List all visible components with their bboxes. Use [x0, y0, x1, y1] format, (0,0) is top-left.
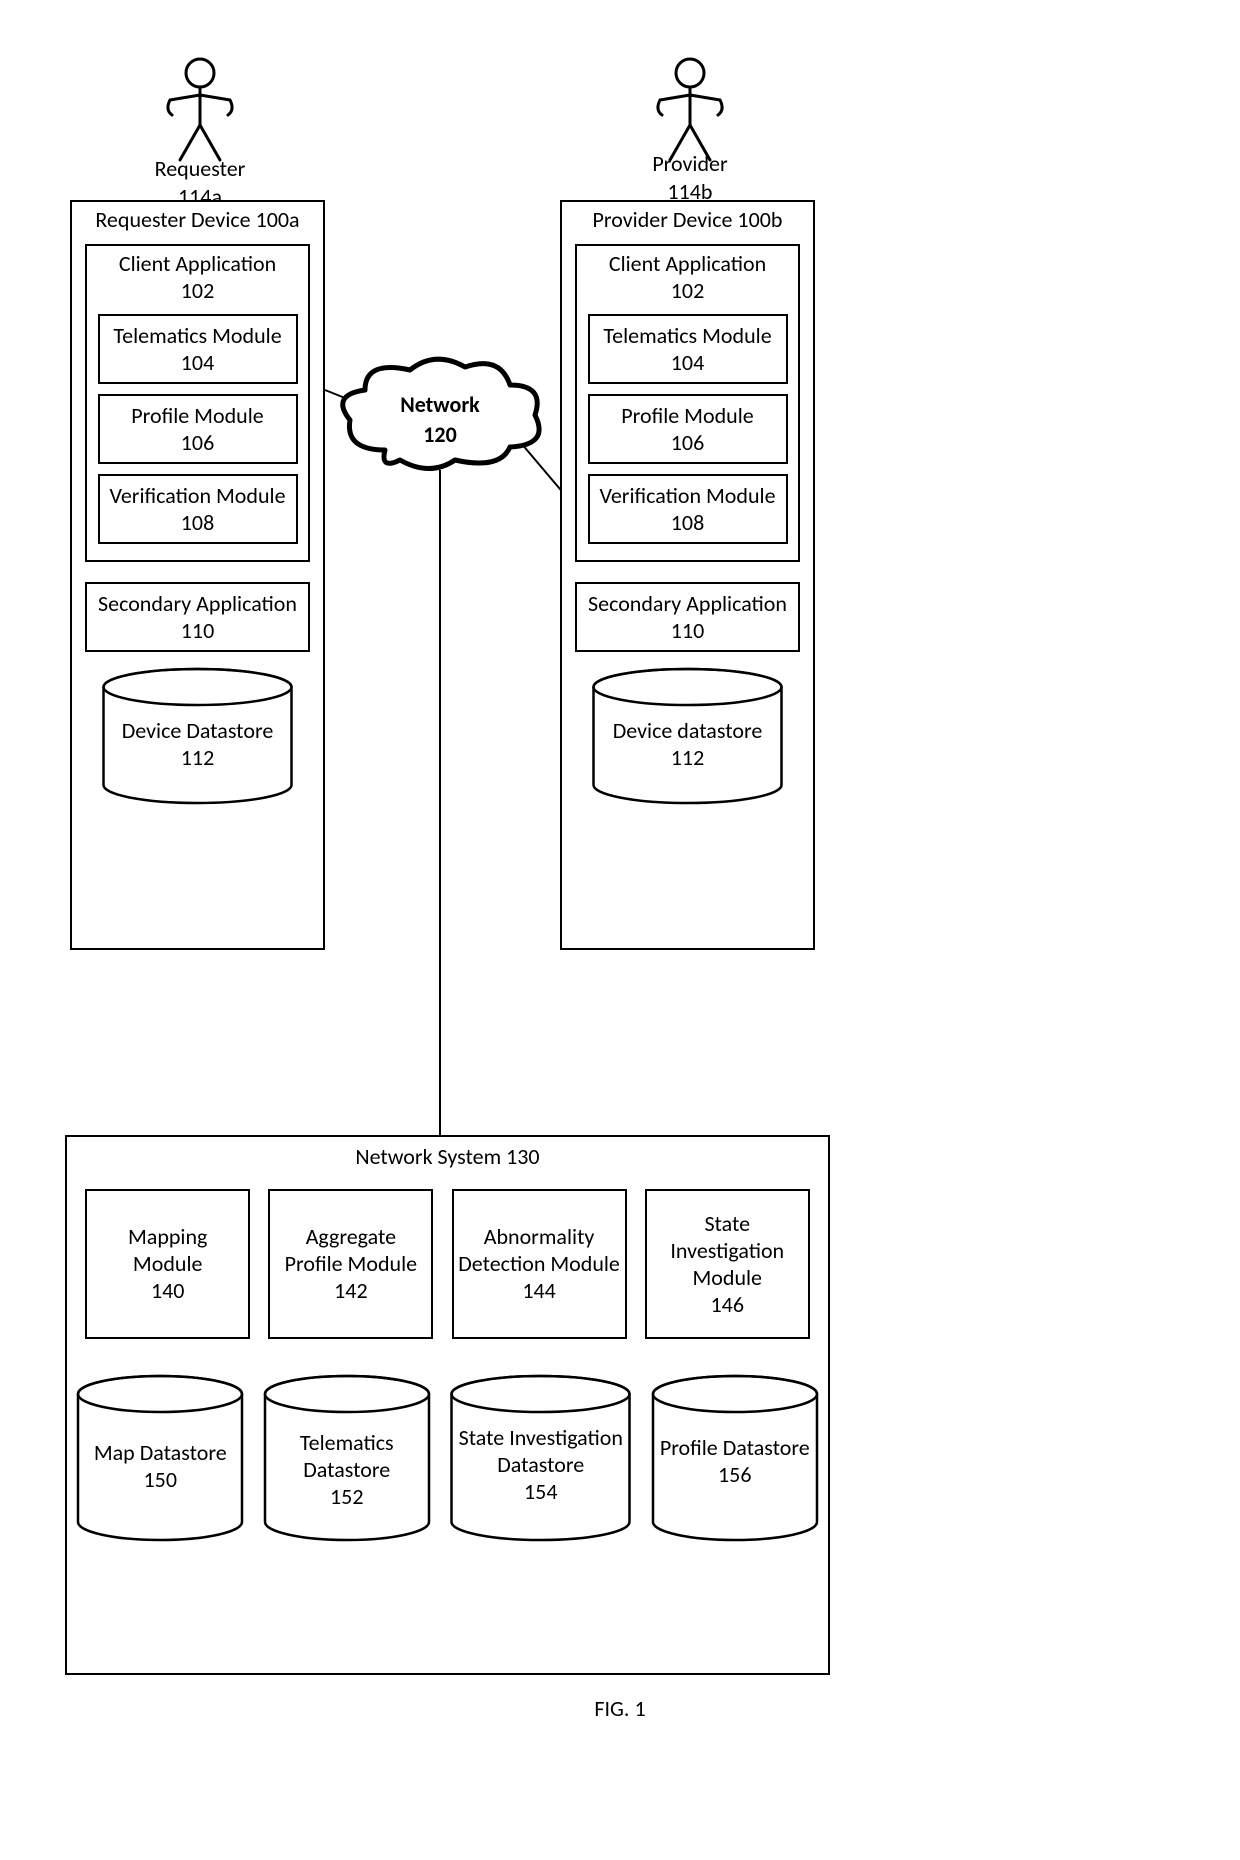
provider-device-box: Provider Device 100b Client Application … — [560, 200, 815, 950]
requester-secondary-app-box: Secondary Application 110 — [85, 582, 310, 652]
map-datastore-title: Map Datastore — [75, 1439, 245, 1466]
provider-person-label: Provider 114b — [590, 150, 790, 205]
requester-client-app-box: Client Application 102 Telematics Module… — [85, 244, 310, 562]
requester-telematics-box: Telematics Module 104 — [98, 314, 298, 384]
map-datastore: Map Datastore 150 — [75, 1374, 245, 1544]
provider-verification-title: Verification Module — [594, 482, 782, 509]
provider-telematics-title: Telematics Module — [594, 322, 782, 349]
requester-profile-title: Profile Module — [104, 402, 292, 429]
provider-profile-title: Profile Module — [594, 402, 782, 429]
profile-datastore: Profile Datastore 156 — [650, 1374, 820, 1544]
network-ref: 120 — [335, 421, 545, 449]
state-investigation-datastore-ref: 154 — [448, 1478, 633, 1505]
provider-secondary-ref: 110 — [581, 617, 794, 644]
state-investigation-module-ref: 146 — [651, 1291, 804, 1318]
requester-secondary-title: Secondary Application — [91, 590, 304, 617]
requester-client-app-title: Client Application — [91, 250, 304, 277]
provider-datastore-ref: 112 — [590, 744, 785, 771]
profile-datastore-title: Profile Datastore — [650, 1434, 820, 1461]
provider-client-app-box: Client Application 102 Telematics Module… — [575, 244, 800, 562]
requester-telematics-title: Telematics Module — [104, 322, 292, 349]
profile-datastore-ref: 156 — [650, 1461, 820, 1488]
requester-person-name: Requester — [100, 155, 300, 183]
diagram-canvas: Requester 114a Provider 114b Requester D… — [0, 0, 1240, 1860]
aggregate-profile-module-box: Aggregate Profile Module 142 — [268, 1189, 433, 1339]
provider-device-datastore: Device datastore 112 — [590, 667, 785, 807]
requester-device-datastore: Device Datastore 112 — [100, 667, 295, 807]
state-investigation-datastore-title: State Investigation Datastore — [448, 1424, 633, 1478]
requester-device-box: Requester Device 100a Client Application… — [70, 200, 325, 950]
figure-caption: FIG. 1 — [0, 1695, 1240, 1722]
aggregate-profile-module-ref: 142 — [274, 1277, 427, 1304]
provider-profile-box: Profile Module 106 — [588, 394, 788, 464]
requester-datastore-ref: 112 — [100, 744, 295, 771]
provider-datastore-title: Device datastore — [590, 717, 785, 744]
requester-verification-ref: 108 — [104, 509, 292, 536]
aggregate-profile-module-title: Aggregate Profile Module — [274, 1223, 427, 1277]
telematics-datastore-ref: 152 — [262, 1483, 432, 1510]
provider-client-app-ref: 102 — [581, 277, 794, 304]
requester-telematics-ref: 104 — [104, 349, 292, 376]
network-system-title: Network System 130 — [67, 1143, 828, 1171]
state-investigation-datastore: State Investigation Datastore 154 — [448, 1374, 633, 1544]
requester-device-title: Requester Device 100a — [72, 206, 323, 234]
provider-person-name: Provider — [590, 150, 790, 178]
telematics-datastore: Telematics Datastore 152 — [262, 1374, 432, 1544]
mapping-module-title: Mapping Module — [91, 1223, 244, 1277]
requester-verification-box: Verification Module 108 — [98, 474, 298, 544]
provider-telematics-ref: 104 — [594, 349, 782, 376]
abnormality-detection-module-box: Abnormality Detection Module 144 — [452, 1189, 627, 1339]
map-datastore-ref: 150 — [75, 1466, 245, 1493]
requester-profile-ref: 106 — [104, 429, 292, 456]
requester-profile-box: Profile Module 106 — [98, 394, 298, 464]
provider-client-app-title: Client Application — [581, 250, 794, 277]
provider-verification-ref: 108 — [594, 509, 782, 536]
mapping-module-ref: 140 — [91, 1277, 244, 1304]
provider-profile-ref: 106 — [594, 429, 782, 456]
requester-secondary-ref: 110 — [91, 617, 304, 644]
requester-verification-title: Verification Module — [104, 482, 292, 509]
provider-telematics-box: Telematics Module 104 — [588, 314, 788, 384]
abnormality-detection-module-ref: 144 — [458, 1277, 621, 1304]
state-investigation-module-box: State Investigation Module 146 — [645, 1189, 810, 1339]
requester-client-app-ref: 102 — [91, 277, 304, 304]
network-cloud: Network 120 — [335, 355, 545, 480]
network-system-box: Network System 130 Mapping Module 140 Ag… — [65, 1135, 830, 1675]
abnormality-detection-module-title: Abnormality Detection Module — [458, 1223, 621, 1277]
state-investigation-module-title: State Investigation Module — [651, 1210, 804, 1291]
network-label: Network — [335, 391, 545, 419]
provider-verification-box: Verification Module 108 — [588, 474, 788, 544]
requester-person-icon — [150, 55, 250, 165]
provider-secondary-app-box: Secondary Application 110 — [575, 582, 800, 652]
provider-device-title: Provider Device 100b — [562, 206, 813, 234]
provider-person-icon — [640, 55, 740, 165]
provider-secondary-title: Secondary Application — [581, 590, 794, 617]
telematics-datastore-title: Telematics Datastore — [262, 1429, 432, 1483]
mapping-module-box: Mapping Module 140 — [85, 1189, 250, 1339]
requester-datastore-title: Device Datastore — [100, 717, 295, 744]
